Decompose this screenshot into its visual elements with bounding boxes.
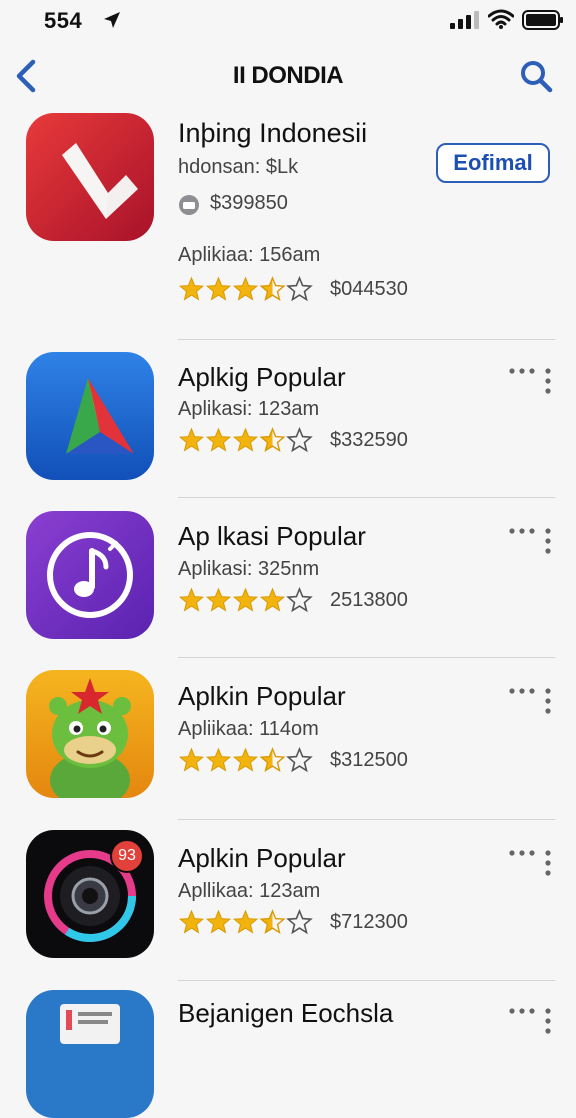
list-item-subtitle: Aplikasi: 325nm [178,558,320,580]
notification-badge: 93 [110,839,144,873]
list-item-subtitle: Apliikaa: 114om [178,718,319,740]
list-item-title: Aplkig Popular [178,362,346,392]
divider [178,980,555,981]
red-app-icon[interactable] [26,113,154,241]
status-time: 554 [44,8,83,33]
more-options-icon[interactable] [506,366,554,398]
featured-subtitle: hdonsan: $Lk [178,156,299,178]
more-options-icon[interactable] [506,848,554,880]
star-full-icon [178,587,205,612]
triangle-logo-icon[interactable] [26,352,154,480]
location-arrow-icon [104,12,120,28]
list-item-subtitle: Apllikaa: 123am [178,880,321,902]
rating-value: 2513800 [330,589,408,611]
star-empty-icon [286,587,313,613]
star-rating [178,909,313,937]
rating-value: $044530 [330,278,408,300]
star-half-icon [259,427,286,453]
star-empty-icon [286,909,313,935]
star-full-icon [205,587,232,612]
page-title: II DONDIA [232,62,344,89]
badge-count: 93 [118,847,136,864]
star-full-icon [178,276,205,301]
star-half-icon [259,276,286,302]
list-item-title: Aplkin Popular [178,681,346,711]
star-half-icon [259,747,286,773]
star-half-icon [259,909,286,935]
music-note-icon[interactable] [26,511,154,639]
star-full-icon [232,427,259,452]
featured-title: Inþing Indonesii [178,118,368,148]
status-bar: 554 [0,0,576,44]
divider [178,657,555,658]
list-item-title: Aplkin Popular [178,843,346,873]
star-full-icon [178,909,205,934]
cellular-signal-icon [450,11,479,29]
more-options-icon[interactable] [506,686,554,718]
star-full-icon [178,427,205,452]
nav-bar: II DONDIA [0,52,576,100]
rating-value: $312500 [330,749,408,771]
get-button[interactable]: Eofimal [436,143,550,183]
more-options-icon[interactable] [506,526,554,558]
star-rating [178,747,313,775]
star-full-icon [205,427,232,452]
star-full-icon [205,909,232,934]
battery-icon [522,10,563,30]
star-full-icon [259,587,286,612]
document-icon[interactable] [26,990,154,1118]
star-empty-icon [286,276,313,302]
star-rating [178,276,313,304]
search-icon[interactable] [518,58,554,94]
dinosaur-character-icon[interactable] [26,670,154,798]
star-full-icon [232,909,259,934]
price-tag-icon [179,195,199,215]
more-options-icon[interactable] [506,1006,554,1038]
divider [178,339,555,340]
list-item-title: Bejanigen Eochsla [178,998,394,1028]
star-rating [178,427,313,455]
divider [178,497,555,498]
star-full-icon [205,747,232,772]
list-item-title: Ap lkasi Popular [178,521,366,551]
star-full-icon [232,276,259,301]
list-item-subtitle: Aplikasi: 123am [178,398,320,420]
star-empty-icon [286,747,313,773]
price-text: $399850 [210,192,288,214]
star-empty-icon [286,427,313,453]
star-full-icon [232,747,259,772]
rating-value: $332590 [330,429,408,451]
rating-value: $712300 [330,911,408,933]
star-rating [178,587,313,615]
divider [178,819,555,820]
star-full-icon [178,747,205,772]
wifi-icon [488,9,514,29]
star-full-icon [232,587,259,612]
featured-apps-count: Aplikiaa: 156am [178,244,321,266]
star-full-icon [205,276,232,301]
